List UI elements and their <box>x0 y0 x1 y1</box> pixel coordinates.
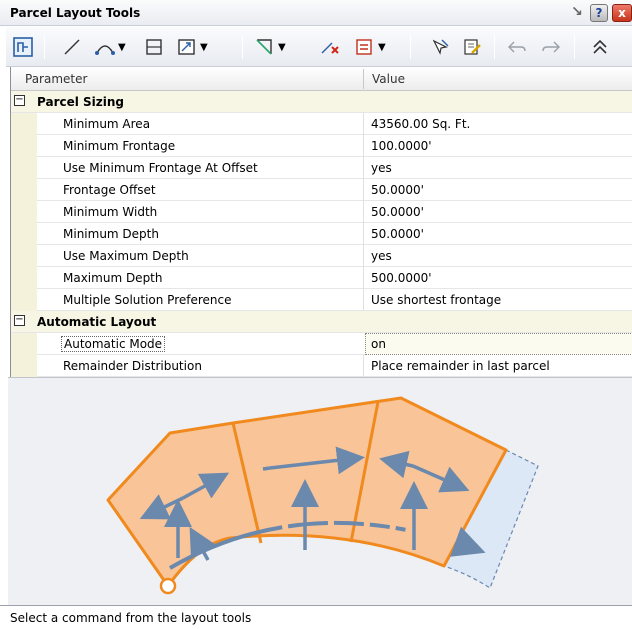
start-point <box>159 577 177 595</box>
parameter-value[interactable]: 50.0000' <box>371 205 424 219</box>
parcel-sizing-icon[interactable]: ▼ <box>176 35 208 59</box>
parameter-column-header[interactable]: Parameter <box>25 72 87 86</box>
parameter-grid: Parameter Value − Parcel Sizing Minimum … <box>10 67 632 377</box>
parameter-name: Minimum Frontage <box>63 139 176 153</box>
table-row[interactable]: Maximum Depth 500.0000' <box>11 267 632 289</box>
status-text: Select a command from the layout tools <box>10 611 252 625</box>
delete-sub-entity-icon[interactable] <box>320 35 342 59</box>
chevron-down-icon[interactable]: ▼ <box>378 42 386 53</box>
parameter-name: Automatic Mode <box>61 336 166 352</box>
category-parcel-sizing[interactable]: − Parcel Sizing <box>11 91 632 113</box>
table-row[interactable]: Minimum Frontage 100.0000' <box>11 135 632 157</box>
category-automatic-layout[interactable]: − Automatic Layout <box>11 311 632 333</box>
parameter-value[interactable]: Place remainder in last parcel <box>371 359 550 373</box>
chevron-down-icon[interactable]: ▼ <box>200 42 208 53</box>
table-row[interactable]: Use Maximum Depth yes <box>11 245 632 267</box>
parameter-name: Use Minimum Frontage At Offset <box>63 161 258 175</box>
parameter-name: Minimum Depth <box>63 227 159 241</box>
parameter-value[interactable]: on <box>371 337 386 351</box>
table-row[interactable]: Minimum Width 50.0000' <box>11 201 632 223</box>
layout-preview <box>8 377 632 605</box>
help-button[interactable]: ? <box>590 4 608 22</box>
parameter-value[interactable]: 500.0000' <box>371 271 432 285</box>
parameter-name: Multiple Solution Preference <box>63 293 232 307</box>
parcel-layout-tools-window: Parcel Layout Tools ↘ ? x ▼ ▼ ▼ ▼ Parame… <box>0 0 632 629</box>
window-title: Parcel Layout Tools <box>10 6 141 20</box>
collapse-icon[interactable] <box>590 35 610 59</box>
table-row[interactable]: Remainder Distribution Place remainder i… <box>11 355 632 377</box>
collapse-toggle-icon[interactable]: − <box>14 95 25 106</box>
draw-tangent-icon[interactable]: ▼ <box>254 35 286 59</box>
parameter-name: Frontage Offset <box>63 183 156 197</box>
close-button[interactable]: x <box>612 4 632 22</box>
sub-entity-editor-icon[interactable] <box>462 35 484 59</box>
parameter-value[interactable]: Use shortest frontage <box>371 293 501 307</box>
parcel-layout-icon[interactable] <box>12 35 34 59</box>
parameter-name: Minimum Area <box>63 117 151 131</box>
pin-icon[interactable]: ↘ <box>568 4 586 22</box>
pick-sub-entity-icon[interactable] <box>430 35 452 59</box>
curve-icon[interactable]: ▼ <box>94 35 126 59</box>
category-label: Parcel Sizing <box>37 95 125 109</box>
parameter-value[interactable]: 50.0000' <box>371 227 424 241</box>
toolbar: ▼ ▼ ▼ ▼ <box>6 27 632 67</box>
title-bar[interactable]: Parcel Layout Tools ↘ ? x <box>0 0 632 26</box>
parameter-name: Remainder Distribution <box>63 359 202 373</box>
table-row[interactable]: Multiple Solution Preference Use shortes… <box>11 289 632 311</box>
table-row[interactable]: Frontage Offset 50.0000' <box>11 179 632 201</box>
rectangle-icon[interactable] <box>144 35 164 59</box>
category-label: Automatic Layout <box>37 315 157 329</box>
table-row-selected[interactable]: Automatic Mode on <box>11 333 632 355</box>
undo-icon[interactable] <box>506 35 528 59</box>
parameter-name: Maximum Depth <box>63 271 163 285</box>
parcel-region <box>106 396 508 588</box>
parameter-name: Minimum Width <box>63 205 158 219</box>
chevron-down-icon[interactable]: ▼ <box>118 42 126 53</box>
value-column-header[interactable]: Value <box>372 72 405 86</box>
line-icon[interactable] <box>62 35 82 59</box>
parameter-value[interactable]: 43560.00 Sq. Ft. <box>371 117 470 131</box>
table-row[interactable]: Minimum Area 43560.00 Sq. Ft. <box>11 113 632 135</box>
redo-icon[interactable] <box>540 35 562 59</box>
grid-header: Parameter Value <box>11 67 632 91</box>
parcel-union-icon[interactable]: ▼ <box>354 35 386 59</box>
parameter-name: Use Maximum Depth <box>63 249 189 263</box>
value-editor[interactable] <box>365 333 632 355</box>
chevron-down-icon[interactable]: ▼ <box>278 42 286 53</box>
table-row[interactable]: Use Minimum Frontage At Offset yes <box>11 157 632 179</box>
parameter-value[interactable]: 50.0000' <box>371 183 424 197</box>
parcel-layout-illustration <box>106 396 539 595</box>
parameter-value[interactable]: 100.0000' <box>371 139 432 153</box>
collapse-toggle-icon[interactable]: − <box>14 315 25 326</box>
parameter-value[interactable]: yes <box>371 249 392 263</box>
status-bar: Select a command from the layout tools <box>0 605 632 629</box>
parameter-value[interactable]: yes <box>371 161 392 175</box>
table-row[interactable]: Minimum Depth 50.0000' <box>11 223 632 245</box>
